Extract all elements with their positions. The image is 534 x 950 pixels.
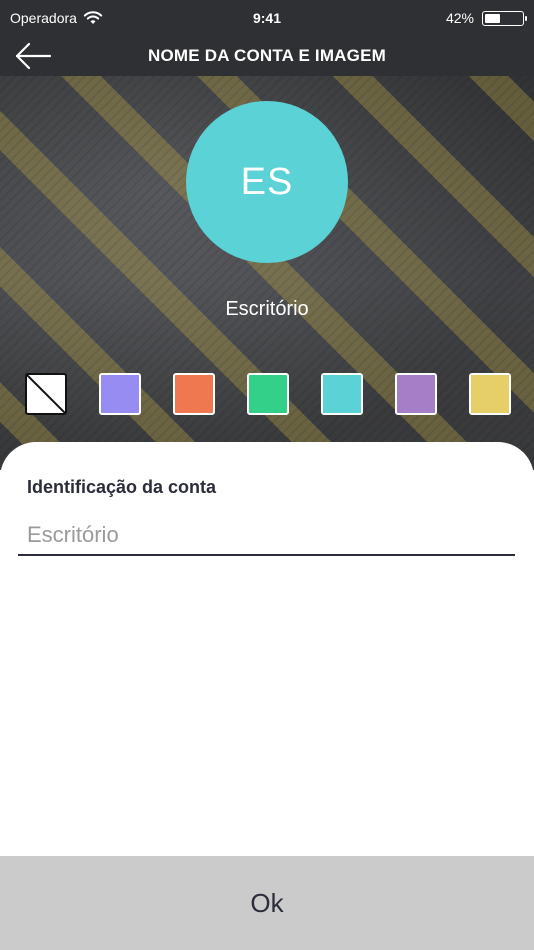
wifi-icon <box>83 11 103 25</box>
battery-fill <box>485 13 501 23</box>
no-color-icon <box>26 374 66 414</box>
account-id-label: Identificação da conta <box>27 477 217 497</box>
swatch-orange[interactable] <box>173 373 215 415</box>
swatch-cyan[interactable] <box>321 373 363 415</box>
arrow-left-icon <box>15 42 52 70</box>
avatar[interactable]: ES <box>186 101 348 263</box>
page-title: NOME DA CONTA E IMAGEM <box>148 46 386 65</box>
account-name: Escritório <box>225 298 309 320</box>
form-sheet <box>0 442 534 856</box>
ok-button[interactable]: Ok <box>0 856 534 950</box>
swatch-none[interactable] <box>25 373 67 415</box>
battery-icon <box>482 10 527 26</box>
color-swatches <box>25 373 511 415</box>
status-bar: Operadora 9:41 42% <box>0 0 534 36</box>
battery-percent: 42% <box>445 10 474 26</box>
back-button[interactable] <box>14 40 54 72</box>
account-name-input[interactable] <box>18 516 515 556</box>
carrier-label: Operadora <box>10 10 77 26</box>
swatch-yellow[interactable] <box>469 373 511 415</box>
swatch-green[interactable] <box>247 373 289 415</box>
avatar-initials: ES <box>240 160 294 203</box>
clock: 9:41 <box>252 10 282 26</box>
nav-bar: NOME DA CONTA E IMAGEM <box>0 36 534 76</box>
swatch-lavender[interactable] <box>99 373 141 415</box>
swatch-purple[interactable] <box>395 373 437 415</box>
